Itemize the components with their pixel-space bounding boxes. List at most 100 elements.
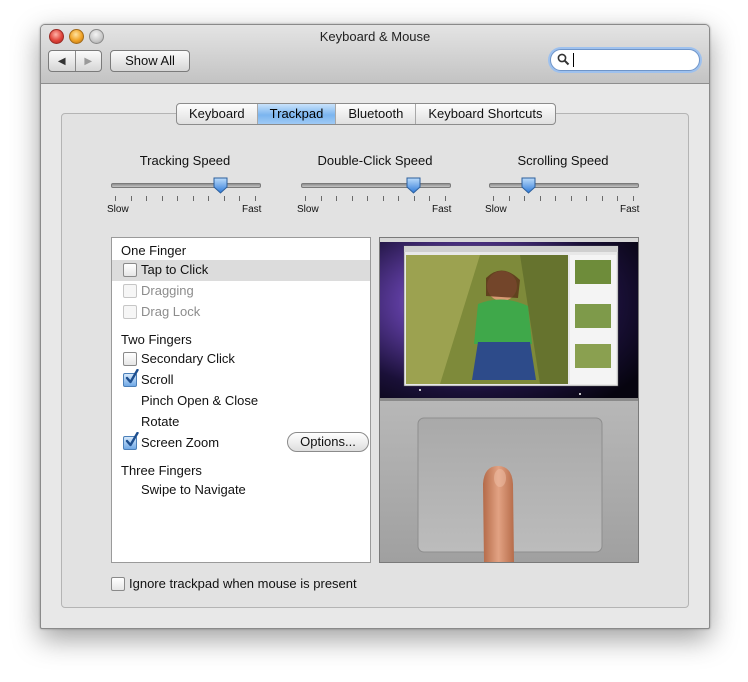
ignore-trackpad-checkbox[interactable] — [111, 577, 125, 591]
checkmark-icon — [125, 369, 139, 384]
slider-tick — [352, 196, 353, 201]
rotate-row[interactable]: Rotate — [112, 412, 370, 433]
slider-tick — [602, 196, 603, 201]
drag-lock-label: Drag Lock — [141, 304, 201, 319]
tab-bluetooth[interactable]: Bluetooth — [335, 104, 415, 124]
screen-zoom-label: Screen Zoom — [141, 435, 220, 450]
slider-tick — [115, 196, 116, 201]
dragging-checkbox — [123, 284, 137, 298]
pinch-row[interactable]: Pinch Open & Close — [112, 391, 370, 412]
text-cursor — [573, 53, 574, 67]
scroll-checkbox[interactable] — [123, 369, 139, 387]
scrolling-speed-title: Scrolling Speed — [517, 153, 609, 168]
slider-tick — [367, 196, 368, 201]
scroll-row[interactable]: Scroll — [112, 369, 370, 391]
scrolling-speed-slider-knob[interactable] — [521, 177, 536, 194]
slider-tick — [414, 196, 415, 201]
slider-tick — [239, 196, 240, 201]
swipe-to-navigate-label: Swipe to Navigate — [141, 482, 246, 497]
slider-tick — [617, 196, 618, 201]
back-forward-control: ◀ ▶ — [48, 50, 102, 72]
scroll-label: Scroll — [141, 372, 174, 387]
tap-to-click-row[interactable]: Tap to Click — [112, 260, 370, 281]
slider-tick — [208, 196, 209, 201]
slider-tick — [177, 196, 178, 201]
slider-tick — [305, 196, 306, 201]
tracking-speed-ticks — [115, 196, 256, 202]
secondary-click-row[interactable]: Secondary Click — [112, 349, 370, 370]
tracking-speed-track[interactable] — [111, 183, 261, 188]
window-title: Keyboard & Mouse — [319, 29, 431, 44]
double-click-speed-slider-knob[interactable] — [406, 177, 421, 194]
show-all-button[interactable]: Show All — [110, 50, 190, 72]
scrolling-speed-fast-label: Fast — [620, 204, 640, 215]
slider-tick — [383, 196, 384, 201]
slider-tick — [429, 196, 430, 201]
double-click-speed-slow-label: Slow — [297, 204, 319, 215]
tab-trackpad[interactable]: Trackpad — [256, 104, 336, 124]
back-arrow-icon[interactable]: ◀ — [49, 51, 75, 71]
drag-lock-row: Drag Lock — [112, 302, 370, 323]
scrolling-speed-ticks — [493, 196, 634, 202]
dragging-label: Dragging — [141, 283, 194, 298]
slider-tick — [509, 196, 510, 201]
slider-tick — [633, 196, 634, 201]
slider-tick — [224, 196, 225, 201]
slider-tick — [493, 196, 494, 201]
slider-knob-icon — [521, 177, 536, 194]
slider-tick — [524, 196, 525, 201]
slider-tick — [540, 196, 541, 201]
keyboard-mouse-window: Keyboard & Mouse ◀ ▶ Show All Keyboard T… — [40, 24, 710, 629]
demo-illustration — [380, 238, 638, 562]
slider-tick — [255, 196, 256, 201]
slider-tick — [571, 196, 572, 201]
drag-lock-checkbox — [123, 305, 137, 319]
ignore-trackpad-label: Ignore trackpad when mouse is present — [129, 576, 357, 591]
slider-tick — [131, 196, 132, 201]
search-input[interactable] — [550, 49, 700, 71]
slider-tick — [555, 196, 556, 201]
checkmark-icon — [125, 432, 139, 447]
slider-tick — [586, 196, 587, 201]
one-finger-header: One Finger — [121, 243, 187, 258]
gesture-list: One Finger Tap to Click Dragging Drag Lo… — [111, 237, 371, 563]
scrolling-speed-slow-label: Slow — [485, 204, 507, 215]
secondary-click-checkbox[interactable] — [123, 352, 137, 366]
tap-to-click-checkbox[interactable] — [123, 263, 137, 277]
screen-zoom-options-button[interactable]: Options... — [287, 432, 369, 452]
tracking-speed-title: Tracking Speed — [139, 153, 231, 168]
tracking-speed-fast-label: Fast — [242, 204, 262, 215]
two-fingers-header: Two Fingers — [121, 332, 192, 347]
slider-tick — [336, 196, 337, 201]
slider-tick — [193, 196, 194, 201]
double-click-speed-title: Double-Click Speed — [317, 153, 433, 168]
trackpad-demo-video — [379, 237, 639, 563]
tab-keyboard[interactable]: Keyboard — [177, 104, 257, 124]
tracking-speed-slow-label: Slow — [107, 204, 129, 215]
search-icon — [557, 53, 570, 66]
slider-knob-icon — [406, 177, 421, 194]
scrolling-speed-track[interactable] — [489, 183, 639, 188]
tap-to-click-label: Tap to Click — [141, 262, 209, 277]
slider-tick — [321, 196, 322, 201]
swipe-to-navigate-row[interactable]: Swipe to Navigate — [112, 480, 370, 501]
secondary-click-label: Secondary Click — [141, 351, 235, 366]
forward-arrow-icon[interactable]: ▶ — [74, 51, 102, 71]
slider-knob-icon — [213, 177, 228, 194]
tracking-speed-slider-knob[interactable] — [213, 177, 228, 194]
tab-bar: Keyboard Trackpad Bluetooth Keyboard Sho… — [176, 103, 556, 125]
slider-tick — [398, 196, 399, 201]
title-bar: Keyboard & Mouse ◀ ▶ Show All — [41, 25, 709, 84]
tab-keyboard-shortcuts[interactable]: Keyboard Shortcuts — [415, 104, 554, 124]
screen-zoom-row[interactable]: Screen Zoom Options... — [112, 432, 370, 454]
slider-tick — [445, 196, 446, 201]
double-click-speed-fast-label: Fast — [432, 204, 452, 215]
dragging-row: Dragging — [112, 281, 370, 302]
double-click-speed-ticks — [305, 196, 446, 202]
slider-tick — [162, 196, 163, 201]
slider-tick — [146, 196, 147, 201]
screen-zoom-checkbox[interactable] — [123, 432, 139, 450]
double-click-speed-track[interactable] — [301, 183, 451, 188]
pinch-open-close-label: Pinch Open & Close — [141, 393, 259, 408]
rotate-label: Rotate — [141, 414, 180, 429]
